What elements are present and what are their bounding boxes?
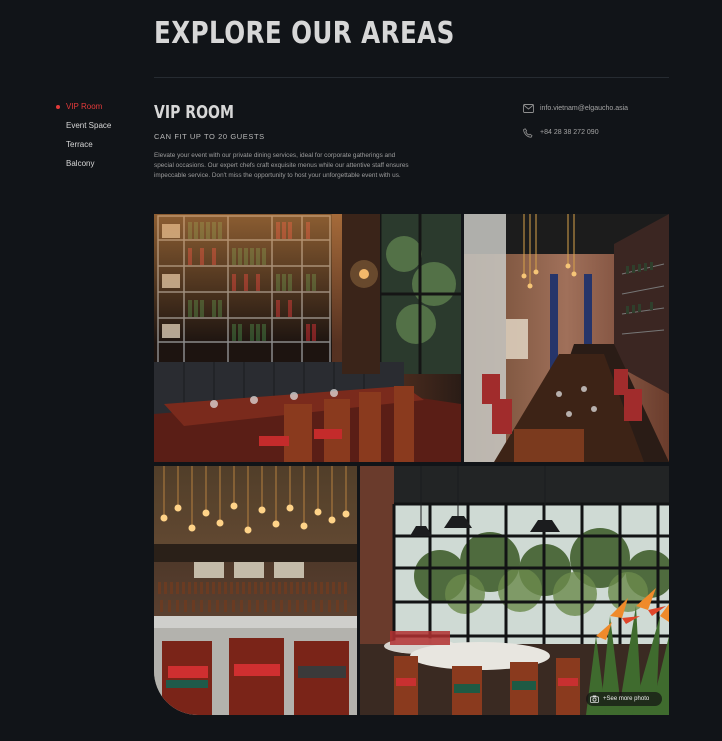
gallery-photo-wine-wall[interactable] bbox=[154, 214, 461, 462]
area-nav-item-vip-room[interactable]: VIP Room bbox=[56, 102, 111, 121]
active-indicator-dot bbox=[56, 105, 60, 109]
gallery-photo-conservatory[interactable]: +See more photo bbox=[360, 466, 669, 715]
gallery-photo-long-table[interactable] bbox=[464, 214, 669, 462]
contact-phone[interactable]: +84 28 38 272 090 bbox=[523, 128, 599, 138]
mail-icon bbox=[523, 104, 534, 113]
explore-areas-section: EXPLORE OUR AREAS VIP Room Event Space T… bbox=[0, 0, 722, 741]
camera-icon bbox=[590, 695, 599, 703]
room-name: VIP ROOM bbox=[154, 102, 234, 123]
area-nav-item-terrace[interactable]: Terrace bbox=[56, 140, 111, 159]
area-nav: VIP Room Event Space Terrace Balcony bbox=[56, 102, 111, 178]
area-nav-item-event-space[interactable]: Event Space bbox=[56, 121, 111, 140]
contact-phone-text: +84 28 38 272 090 bbox=[540, 129, 599, 136]
area-nav-label: VIP Room bbox=[66, 102, 103, 111]
area-nav-label: Terrace bbox=[66, 140, 93, 149]
gallery-photo-bar[interactable] bbox=[154, 466, 357, 715]
section-divider bbox=[154, 77, 669, 78]
see-more-photos-button[interactable]: +See more photo bbox=[586, 692, 662, 706]
section-title: EXPLORE OUR AREAS bbox=[154, 16, 455, 51]
phone-icon bbox=[523, 128, 533, 138]
contact-email[interactable]: info.vietnam@elgaucho.asia bbox=[523, 104, 629, 113]
area-nav-label: Balcony bbox=[66, 159, 95, 168]
see-more-photos-label: +See more photo bbox=[603, 696, 650, 702]
contact-email-text: info.vietnam@elgaucho.asia bbox=[540, 105, 629, 112]
area-nav-label: Event Space bbox=[66, 121, 112, 130]
room-capacity: CAN FIT UP TO 20 GUESTS bbox=[154, 132, 265, 141]
area-nav-item-balcony[interactable]: Balcony bbox=[56, 159, 111, 178]
room-description: Elevate your event with our private dini… bbox=[154, 152, 409, 179]
